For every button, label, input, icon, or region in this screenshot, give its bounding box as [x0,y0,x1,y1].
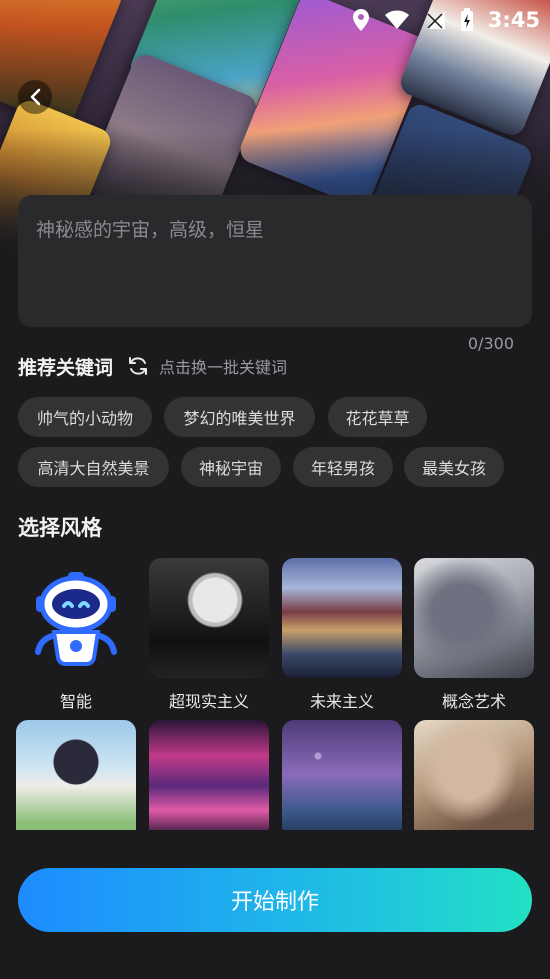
keywords-header: 推荐关键词 点击换一批关键词 [18,352,287,380]
style-option[interactable] [414,720,534,840]
style-section-title: 选择风格 [18,516,102,540]
status-bar: 3:45 [352,0,540,40]
chevron-left-icon [30,88,41,106]
style-option-surrealism[interactable]: 超现实主义 [149,558,269,712]
wifi-icon [384,10,409,29]
signal-icon [426,11,445,29]
style-option-concept-art[interactable]: 概念艺术 [414,558,534,712]
style-label: 智能 [59,692,92,711]
style-thumbnail [414,720,534,840]
style-option[interactable] [282,720,402,840]
style-option[interactable] [149,720,269,840]
start-create-button[interactable]: 开始制作 [18,868,532,932]
refresh-keywords-button[interactable]: 点击换一批关键词 [127,354,287,378]
style-thumbnail [149,558,269,678]
keyword-chip[interactable]: 梦幻的唯美世界 [164,397,315,437]
back-button[interactable] [18,80,52,114]
style-option-futurism[interactable]: 未来主义 [282,558,402,712]
keyword-chip[interactable]: 帅气的小动物 [18,397,152,437]
keyword-chip[interactable]: 高清大自然美景 [18,447,169,487]
keyword-chip[interactable]: 花花草草 [328,397,427,437]
location-icon [352,9,369,31]
clock: 3:45 [487,8,540,32]
prompt-input[interactable] [36,215,514,295]
robot-icon [35,572,117,666]
char-counter: 0/300 [467,334,514,353]
keyword-chip[interactable]: 最美女孩 [404,447,504,487]
style-thumbnail [16,720,136,840]
style-option-smart[interactable]: 智能 [16,558,136,712]
refresh-icon [129,357,148,375]
style-label: 超现实主义 [168,692,249,711]
style-label: 未来主义 [309,692,374,711]
keyword-chip[interactable]: 神秘宇宙 [181,447,281,487]
style-label: 概念艺术 [441,692,506,711]
battery-charging-icon [460,8,473,31]
refresh-label: 点击换一批关键词 [159,358,288,377]
prompt-box [18,195,532,327]
style-thumbnail [282,720,402,840]
style-thumbnail [414,558,534,678]
style-thumbnail [149,720,269,840]
style-option[interactable] [16,720,136,840]
style-thumbnail [282,558,402,678]
keywords-title: 推荐关键词 [18,356,114,379]
keyword-chip[interactable]: 年轻男孩 [293,447,393,487]
style-thumbnail [16,558,136,678]
